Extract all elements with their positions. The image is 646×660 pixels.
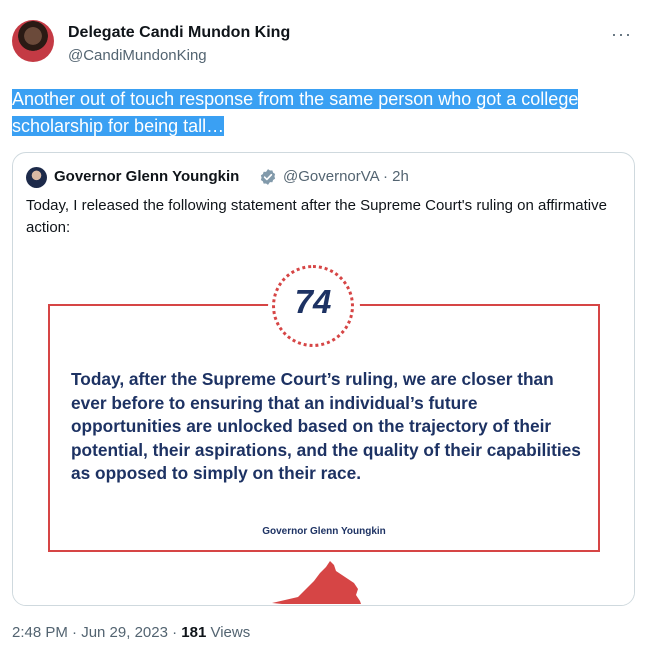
quoted-tweet-card[interactable]: Governor Glenn Youngkin @GovernorVA · 2h… xyxy=(12,152,635,606)
statement-signature: Governor Glenn Youngkin xyxy=(262,526,386,537)
quoted-tweet-text: Today, I released the following statemen… xyxy=(26,197,607,236)
quoted-tweet-image[interactable]: 74 Today, after the Supreme Court’s ruli… xyxy=(13,253,634,605)
tweet: Delegate Candi Mundon King @CandiMundonK… xyxy=(0,0,646,660)
virginia-map-icon xyxy=(272,561,361,604)
tweet-text-selection: Another out of touch response from the s… xyxy=(12,89,579,136)
tweet-meta: 2:48 PM · Jun 29, 2023 · 181 Views xyxy=(12,624,250,641)
statement-text: Today, after the Supreme Court’s ruling,… xyxy=(71,369,581,483)
author-avatar[interactable] xyxy=(12,20,54,62)
author-name[interactable]: Delegate Candi Mundon King xyxy=(68,24,290,42)
timestamp[interactable]: 2:48 PM · Jun 29, 2023 · xyxy=(12,624,181,641)
views-label: Views xyxy=(206,624,251,641)
more-options-icon[interactable]: ··· xyxy=(611,24,632,45)
quoted-author-avatar[interactable] xyxy=(26,167,47,188)
verified-badge-icon xyxy=(260,169,276,185)
quoted-author-handle-time[interactable]: @GovernorVA · 2h xyxy=(283,168,409,185)
author-handle[interactable]: @CandiMundonKing xyxy=(68,47,207,64)
views-count: 181 xyxy=(181,624,207,641)
quoted-author-name[interactable]: Governor Glenn Youngkin xyxy=(54,168,239,185)
tweet-text: Another out of touch response from the s… xyxy=(12,86,632,140)
badge-number: 74 xyxy=(294,283,332,320)
